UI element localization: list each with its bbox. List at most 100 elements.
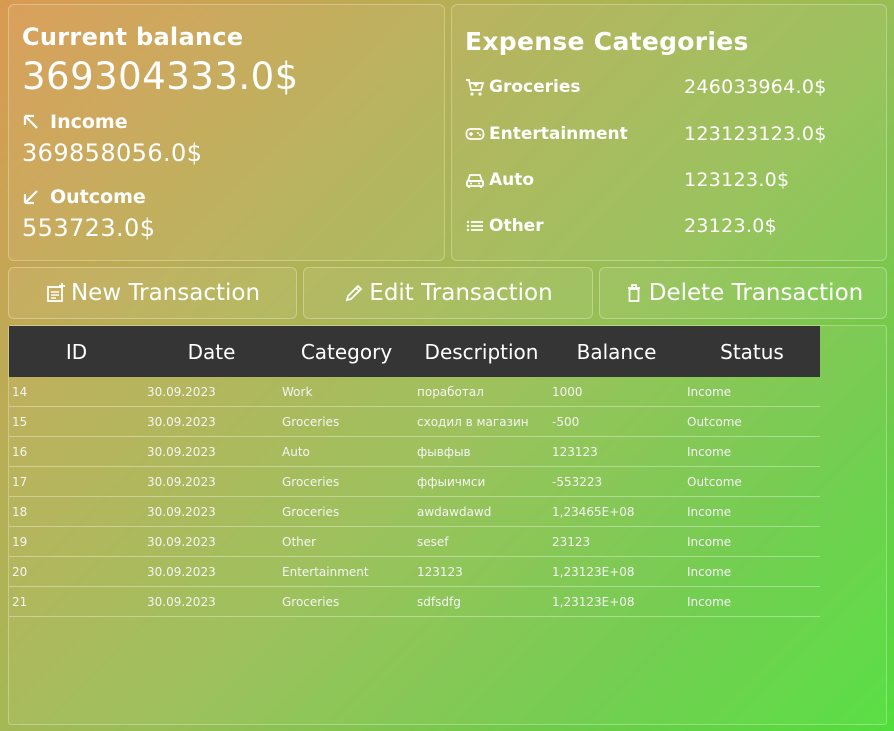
table-row[interactable]: 19 30.09.2023 Other sesef 23123 Income	[9, 527, 820, 557]
cart-icon	[465, 77, 487, 97]
new-transaction-button[interactable]: New Transaction	[8, 267, 297, 319]
table-row[interactable]: 15 30.09.2023 Groceries сходил в магазин…	[9, 407, 820, 437]
cell-status: Income	[687, 384, 732, 399]
cell-status: Income	[687, 534, 732, 549]
category-amount: 23123.0$	[684, 215, 778, 237]
category-amount: 246033964.0$	[684, 76, 827, 98]
category-name: Entertainment	[489, 124, 628, 144]
cell-id: 15	[12, 414, 28, 429]
cell-id: 19	[12, 534, 28, 549]
cell-description: фывфыв	[417, 444, 471, 459]
category-row-groceries: Groceries 246033964.0$	[465, 75, 875, 99]
categories-title: Expense Categories	[465, 27, 749, 56]
category-row-other: Other 23123.0$	[465, 214, 875, 238]
category-amount: 123123123.0$	[684, 123, 827, 145]
balance-title: Current balance	[22, 23, 244, 51]
cell-balance: 1,23123E+08	[552, 594, 635, 609]
arrow-down-left-icon	[22, 188, 40, 206]
transactions-table: ID Date Category Description Balance Sta…	[8, 325, 887, 725]
income-value: 369858056.0$	[22, 139, 203, 167]
cell-date: 30.09.2023	[147, 564, 216, 579]
cell-balance: -553223	[552, 474, 603, 489]
table-row[interactable]: 17 30.09.2023 Groceries ффыичмси -553223…	[9, 467, 820, 497]
cell-id: 17	[12, 474, 28, 489]
cell-category: Groceries	[282, 474, 340, 489]
cell-description: sesef	[417, 534, 449, 549]
cell-description: поработал	[417, 384, 484, 399]
cell-category: Other	[282, 534, 317, 549]
cell-category: Auto	[282, 444, 310, 459]
cell-id: 18	[12, 504, 28, 519]
cell-status: Outcome	[687, 474, 742, 489]
category-row-auto: Auto 123123.0$	[465, 168, 875, 192]
category-name: Groceries	[489, 77, 581, 97]
cell-description: ффыичмси	[417, 474, 486, 489]
cell-category: Groceries	[282, 504, 340, 519]
arrow-up-left-icon	[22, 113, 40, 131]
cell-description: awdawdawd	[417, 504, 492, 519]
cell-id: 21	[12, 594, 28, 609]
cell-date: 30.09.2023	[147, 414, 216, 429]
cell-date: 30.09.2023	[147, 444, 216, 459]
cell-status: Income	[687, 564, 732, 579]
column-header-status[interactable]: Status	[684, 340, 820, 364]
outcome-label-row: Outcome	[22, 186, 146, 208]
balance-panel: Current balance 369304333.0$ Income 3698…	[8, 4, 445, 261]
cell-balance: 1,23465E+08	[552, 504, 635, 519]
cell-id: 16	[12, 444, 28, 459]
table-row[interactable]: 20 30.09.2023 Entertainment 123123 1,231…	[9, 557, 820, 587]
delete-transaction-button[interactable]: Delete Transaction	[599, 267, 887, 319]
cell-balance: -500	[552, 414, 580, 429]
income-label-row: Income	[22, 111, 128, 133]
pencil-icon	[343, 282, 365, 304]
column-header-balance[interactable]: Balance	[549, 340, 684, 364]
category-amount: 123123.0$	[684, 169, 790, 191]
cell-date: 30.09.2023	[147, 384, 216, 399]
car-icon	[465, 170, 487, 190]
cell-category: Work	[282, 384, 313, 399]
cell-status: Income	[687, 504, 732, 519]
cell-balance: 1,23123E+08	[552, 564, 635, 579]
outcome-value: 553723.0$	[22, 214, 156, 242]
cell-date: 30.09.2023	[147, 474, 216, 489]
cell-category: Groceries	[282, 594, 340, 609]
category-name: Auto	[489, 170, 535, 190]
list-icon	[465, 216, 487, 236]
cell-date: 30.09.2023	[147, 594, 216, 609]
cell-date: 30.09.2023	[147, 534, 216, 549]
trash-icon	[623, 282, 645, 304]
column-header-id[interactable]: ID	[9, 340, 144, 364]
delete-transaction-label: Delete Transaction	[648, 280, 864, 306]
cell-status: Income	[687, 594, 732, 609]
table-row[interactable]: 21 30.09.2023 Groceries sdfsdfg 1,23123E…	[9, 587, 820, 617]
new-transaction-label: New Transaction	[70, 280, 261, 306]
cell-id: 20	[12, 564, 28, 579]
gamepad-icon	[465, 124, 487, 144]
table-header: ID Date Category Description Balance Sta…	[9, 326, 820, 377]
table-row[interactable]: 18 30.09.2023 Groceries awdawdawd 1,2346…	[9, 497, 820, 527]
cell-date: 30.09.2023	[147, 504, 216, 519]
cell-description: sdfsdfg	[417, 594, 461, 609]
balance-value: 369304333.0$	[22, 55, 299, 98]
cell-id: 14	[12, 384, 28, 399]
cell-category: Entertainment	[282, 564, 369, 579]
column-header-description[interactable]: Description	[414, 340, 549, 364]
expense-categories-panel: Expense Categories Groceries 246033964.0…	[451, 4, 887, 261]
column-header-category[interactable]: Category	[279, 340, 414, 364]
cell-balance: 23123	[552, 534, 591, 549]
table-row[interactable]: 14 30.09.2023 Work поработал 1000 Income	[9, 377, 820, 407]
cell-balance: 1000	[552, 384, 583, 399]
cell-status: Outcome	[687, 414, 742, 429]
edit-transaction-label: Edit Transaction	[369, 280, 553, 306]
cell-description: сходил в магазин	[417, 414, 529, 429]
edit-transaction-button[interactable]: Edit Transaction	[303, 267, 593, 319]
category-name: Other	[489, 216, 544, 236]
outcome-label: Outcome	[50, 186, 146, 208]
category-row-entertainment: Entertainment 123123123.0$	[465, 122, 875, 146]
note-add-icon	[45, 282, 67, 304]
cell-description: 123123	[417, 564, 463, 579]
column-header-date[interactable]: Date	[144, 340, 279, 364]
income-label: Income	[50, 111, 128, 133]
cell-balance: 123123	[552, 444, 598, 459]
table-row[interactable]: 16 30.09.2023 Auto фывфыв 123123 Income	[9, 437, 820, 467]
